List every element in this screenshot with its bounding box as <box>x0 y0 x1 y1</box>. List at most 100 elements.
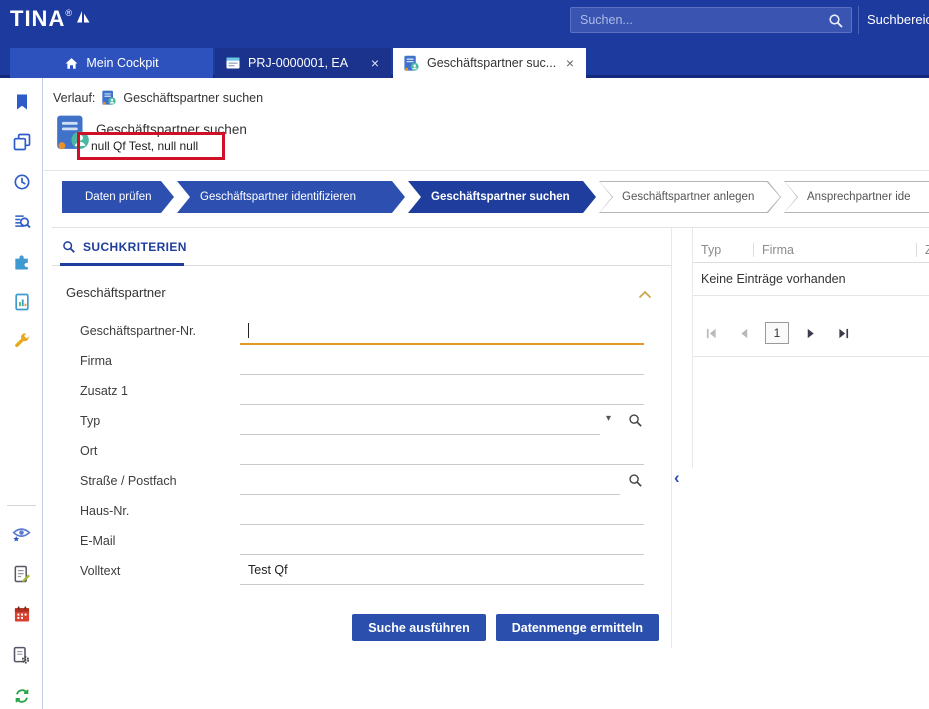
wizard-step-suchen[interactable]: Geschäftspartner suchen <box>408 181 596 213</box>
tab-suchkriterien-label: SUCHKRITERIEN <box>83 240 187 254</box>
sidebar-divider <box>7 505 36 506</box>
sidebar-sync-button[interactable] <box>8 682 35 709</box>
sidebar-edit-note-button[interactable] <box>8 560 35 587</box>
icon-sidebar <box>0 78 43 709</box>
sidebar-history-button[interactable] <box>8 168 35 195</box>
form-row: Haus-Nr. <box>52 496 671 526</box>
form-row: Straße / Postfach <box>52 466 671 496</box>
ort-input[interactable] <box>240 436 644 465</box>
tab-suchkriterien[interactable]: SUCHKRITERIEN <box>62 240 187 254</box>
first-page-button[interactable] <box>699 322 723 344</box>
sail-logo-icon <box>76 9 91 25</box>
document-settings-icon <box>11 645 32 666</box>
form-buttons: Suche ausführen Datenmenge ermitteln <box>52 614 659 641</box>
typ-input[interactable] <box>240 406 600 435</box>
suche-ausfuehren-button[interactable]: Suche ausführen <box>352 614 485 641</box>
sidebar-document-settings-button[interactable] <box>8 642 35 669</box>
search-icon[interactable] <box>828 13 844 29</box>
field-label: Typ <box>80 406 100 436</box>
sidebar-copy-button[interactable] <box>8 128 35 155</box>
tab-label: Geschäftspartner suc... <box>427 56 557 70</box>
form-row: Firma <box>52 346 671 376</box>
breadcrumb: Verlauf: Geschäftspartner suchen <box>53 89 263 107</box>
strasse-lookup-button[interactable] <box>628 473 643 488</box>
home-icon <box>64 56 79 71</box>
app-root: TINA® Suchbereich Mein Cockpit PRJ-00000… <box>0 0 929 709</box>
geschaeftspartner-nr-input[interactable] <box>240 316 644 345</box>
search-icon <box>628 413 643 428</box>
plugin-puzzle-icon <box>12 252 32 272</box>
calendar-icon <box>12 604 32 624</box>
e-mail-input[interactable] <box>240 526 644 555</box>
wizard-step-identifizieren[interactable]: Geschäftspartner identifizieren <box>177 181 405 213</box>
collapse-panel-arrow[interactable]: ‹ <box>674 469 680 486</box>
collapse-group-chevron-icon[interactable] <box>638 290 652 299</box>
tab-label: Mein Cockpit <box>86 56 158 70</box>
sidebar-report-button[interactable] <box>8 288 35 315</box>
wizard-step-daten-pruefen[interactable]: Daten prüfen <box>62 181 174 213</box>
field-label: Straße / Postfach <box>80 466 177 496</box>
registered-mark: ® <box>65 8 73 18</box>
wizard-step-ansprechpartner[interactable]: Ansprechpartner ide <box>784 181 929 213</box>
datenmenge-ermitteln-button[interactable]: Datenmenge ermitteln <box>496 614 659 641</box>
wizard-step-anlegen[interactable]: Geschäftspartner anlegen <box>599 181 781 213</box>
business-partner-icon <box>403 55 420 72</box>
form-row: Typ ▾ <box>52 406 671 436</box>
tab-prj-0000001[interactable]: PRJ-0000001, EA × <box>215 48 391 78</box>
dropdown-caret-icon[interactable]: ▾ <box>606 414 611 424</box>
field-label: Haus-Nr. <box>80 496 129 526</box>
history-item-link[interactable]: Geschäftspartner suchen <box>123 91 263 105</box>
column-header-firma[interactable]: Firma <box>754 243 916 257</box>
form-row: Ort <box>52 436 671 466</box>
close-icon[interactable]: × <box>564 56 576 70</box>
eye-star-icon <box>11 523 32 544</box>
annotation-box[interactable]: null Qf Test, null null <box>77 132 225 160</box>
close-icon[interactable]: × <box>369 56 381 70</box>
previous-page-button[interactable] <box>732 322 756 344</box>
search-icon <box>628 473 643 488</box>
tools-wrench-icon <box>12 332 32 352</box>
history-icon <box>12 172 32 192</box>
app-logo[interactable]: TINA® <box>10 6 91 32</box>
global-search <box>570 7 852 33</box>
wizard-step-label: Geschäftspartner identifizieren <box>178 182 404 212</box>
sidebar-tools-button[interactable] <box>8 328 35 355</box>
next-page-button[interactable] <box>798 322 822 344</box>
wizard-step-label: Daten prüfen <box>63 182 173 212</box>
sidebar-watchlist-button[interactable] <box>8 520 35 547</box>
next-page-icon <box>805 328 816 339</box>
search-criteria-panel: SUCHKRITERIEN Geschäftspartner Geschäfts… <box>52 228 672 648</box>
last-page-button[interactable] <box>831 322 855 344</box>
sidebar-plugin-button[interactable] <box>8 248 35 275</box>
search-list-icon <box>12 212 32 232</box>
empty-results-message: Keine Einträge vorhanden <box>693 263 929 296</box>
global-search-input[interactable] <box>571 8 851 32</box>
process-wizard: Daten prüfen Geschäftspartner identifizi… <box>62 181 929 213</box>
strasse-postfach-input[interactable] <box>240 466 620 495</box>
sidebar-calendar-button[interactable] <box>8 600 35 627</box>
pagination: 1 <box>699 322 855 344</box>
column-header-z[interactable]: Z <box>917 243 929 257</box>
haus-nr-input[interactable] <box>240 496 644 525</box>
field-label: Ort <box>80 436 97 466</box>
search-scope-select[interactable]: Suchbereich <box>867 0 929 40</box>
typ-lookup-button[interactable] <box>628 413 643 428</box>
top-header: TINA® Suchbereich <box>0 0 929 40</box>
tab-geschaeftspartner-suchen[interactable]: Geschäftspartner suc... × <box>393 48 586 78</box>
main-content: Verlauf: Geschäftspartner suchen Geschäf… <box>44 78 929 709</box>
zusatz-1-input[interactable] <box>240 376 644 405</box>
column-header-typ[interactable]: Typ <box>693 243 753 257</box>
sidebar-bookmarks-button[interactable] <box>8 88 35 115</box>
current-page-button[interactable]: 1 <box>765 322 789 344</box>
firma-input[interactable] <box>240 346 644 375</box>
tab-mein-cockpit[interactable]: Mein Cockpit <box>10 48 213 78</box>
volltext-input[interactable]: Test Qf <box>240 556 644 585</box>
wizard-step-label: Ansprechpartner ide <box>785 182 929 212</box>
form-row: Zusatz 1 <box>52 376 671 406</box>
form-row: E-Mail <box>52 526 671 556</box>
history-label: Verlauf: <box>53 91 95 105</box>
sidebar-search-list-button[interactable] <box>8 208 35 235</box>
tab-label: PRJ-0000001, EA <box>248 56 362 70</box>
search-icon <box>62 240 76 254</box>
bookmark-icon <box>12 92 32 112</box>
